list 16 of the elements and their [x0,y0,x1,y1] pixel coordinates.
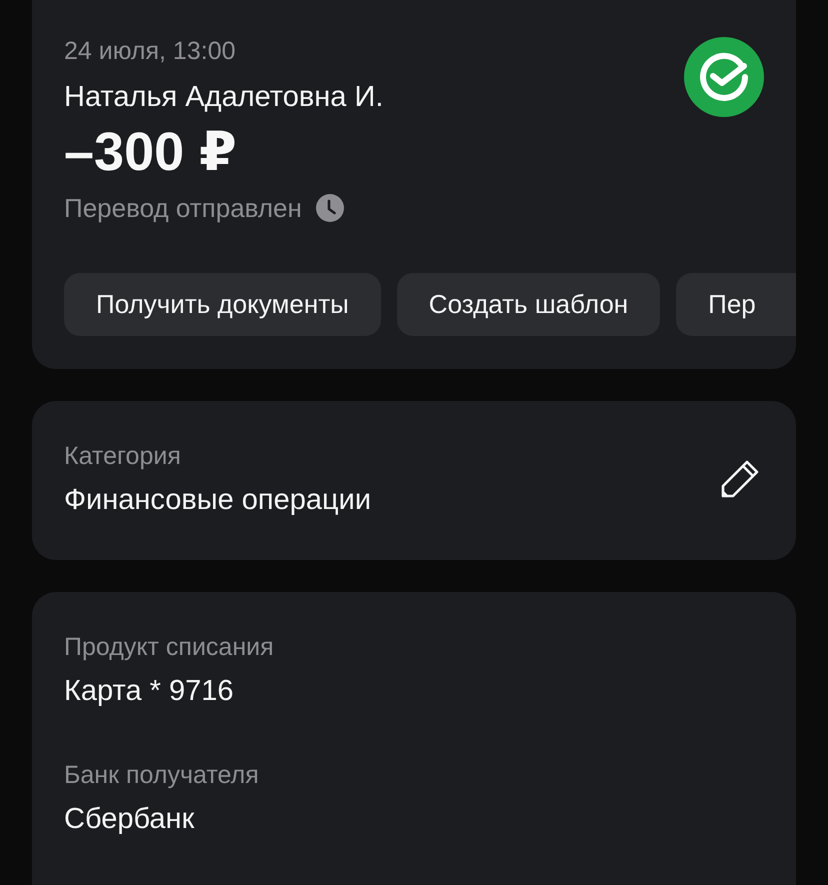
bank-logo-icon [684,37,764,117]
action-button[interactable]: Получить документы [64,273,381,336]
detail-label: Банк получателя [64,760,260,790]
status-text: Перевод отправлен [64,192,302,224]
category-label: Категория [64,441,182,471]
action-button[interactable]: Создать шаблон [396,273,660,336]
action-button[interactable]: Пер [676,273,796,336]
category-value: Финансовые операции [64,483,372,517]
detail-value: Сбербанк [64,802,196,836]
detail-value: Карта * 9716 [64,674,235,708]
detail-label: Продукт списания [64,632,275,662]
amount-text: –300 ₽ [64,122,238,182]
pencil-icon[interactable] [720,459,760,499]
date-text: 24 июля, 13:00 [64,36,236,66]
clock-icon [316,194,344,222]
recipient-name: Наталья Адалетовна И. [64,80,384,114]
